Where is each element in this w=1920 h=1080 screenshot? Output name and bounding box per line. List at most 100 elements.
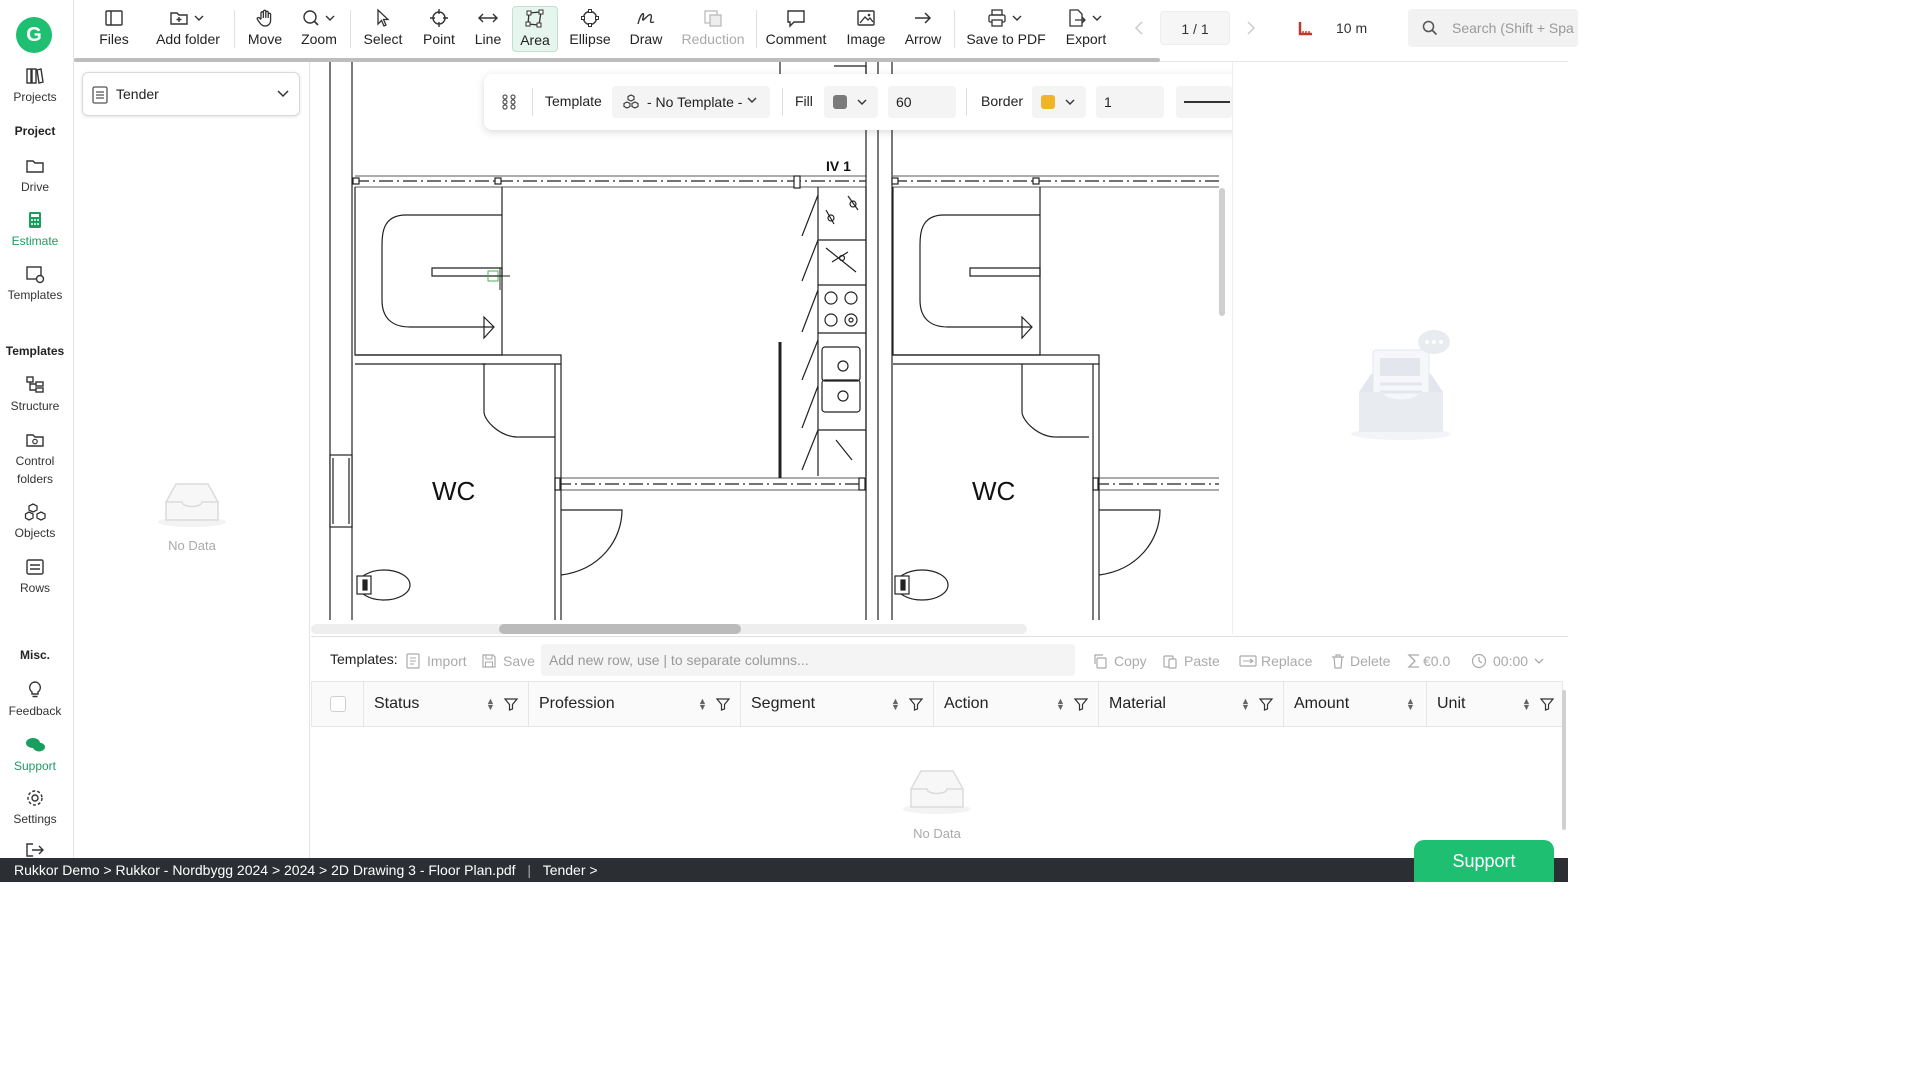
drawing-horizontal-scrollbar[interactable] — [311, 624, 1027, 634]
drawing-tag: IV 1 — [826, 158, 851, 174]
delete-button[interactable]: Delete — [1330, 649, 1390, 673]
rail-feedback[interactable]: Feedback — [0, 680, 70, 720]
sigma-icon — [1407, 654, 1419, 668]
line-button[interactable]: Line — [468, 6, 508, 52]
filter-icon[interactable] — [1259, 697, 1273, 711]
border-color-picker[interactable] — [1032, 86, 1086, 118]
rail-label-rows: Rows — [19, 581, 50, 595]
room-label-wc-left: WC — [432, 476, 475, 506]
breadcrumb[interactable]: Rukkor Demo > Rukkor - Nordbygg 2024 > 2… — [14, 862, 516, 878]
document-list-icon — [92, 86, 108, 104]
rail-rows[interactable]: Rows — [0, 557, 70, 597]
sort-icon[interactable]: ▲ ▼ — [486, 697, 496, 712]
column-material[interactable]: Material ▲ ▼ — [1099, 682, 1284, 726]
comment-button[interactable]: Comment — [764, 6, 828, 52]
import-button[interactable]: Import — [405, 649, 467, 673]
column-unit[interactable]: Unit ▲ ▼ — [1427, 682, 1564, 726]
save-button[interactable]: Save — [481, 649, 535, 673]
rail-label-folders: folders — [16, 472, 54, 486]
image-button[interactable]: Image — [842, 6, 890, 52]
files-label: Files — [99, 31, 129, 47]
sort-icon[interactable]: ▲ ▼ — [1241, 697, 1251, 712]
divider — [532, 88, 533, 116]
ellipse-button[interactable]: Ellipse — [566, 6, 614, 52]
fill-color-picker[interactable] — [824, 86, 878, 118]
rail-estimate[interactable]: Estimate — [0, 210, 70, 250]
export-button[interactable]: Export — [1058, 6, 1114, 52]
column-unit-label: Unit — [1437, 695, 1466, 712]
rail-projects[interactable]: Projects — [0, 66, 70, 106]
chevron-down-icon — [277, 90, 289, 98]
arrow-button[interactable]: Arrow — [900, 6, 946, 52]
filter-icon[interactable] — [504, 697, 518, 711]
rail-support[interactable]: Support — [0, 735, 70, 775]
zoom-button[interactable]: Zoom — [296, 6, 342, 52]
select-all-checkbox[interactable] — [330, 696, 346, 712]
scrollbar-thumb[interactable] — [499, 624, 741, 634]
zoom-icon — [303, 10, 335, 26]
page-indicator[interactable]: 1 / 1 — [1160, 11, 1230, 45]
cubes-icon — [623, 94, 639, 109]
sort-icon[interactable]: ▲ ▼ — [891, 697, 901, 712]
drawing-canvas[interactable]: WC WC IV 1 — [311, 62, 1231, 622]
select-button[interactable]: Select — [360, 6, 406, 52]
column-status[interactable]: Status ▲ ▼ — [364, 682, 529, 726]
add-folder-button[interactable]: Add folder — [152, 6, 224, 52]
rail-templates[interactable]: Templates — [0, 264, 70, 304]
section-misc: Misc. — [19, 648, 50, 662]
prev-page-icon[interactable] — [1132, 20, 1146, 36]
draw-button[interactable]: Draw — [624, 6, 668, 52]
ellipse-label: Ellipse — [569, 31, 611, 47]
column-segment-label: Segment — [751, 695, 816, 712]
move-button[interactable]: Move — [244, 6, 286, 52]
rail-objects[interactable]: Objects — [0, 502, 70, 542]
files-button[interactable]: Files — [92, 6, 136, 52]
filter-icon[interactable] — [1540, 697, 1554, 711]
support-button[interactable]: Support — [1414, 840, 1554, 882]
reduction-button[interactable]: Reduction — [678, 6, 748, 52]
arrow-right-icon — [915, 12, 932, 24]
column-profession[interactable]: Profession ▲ ▼ — [529, 682, 741, 726]
column-action-label: Action — [944, 695, 989, 712]
replace-button[interactable]: Replace — [1239, 649, 1312, 673]
drag-handle-icon[interactable] — [502, 94, 516, 110]
rail-settings[interactable]: Settings — [0, 788, 70, 828]
sort-icon[interactable]: ▲ ▼ — [1522, 697, 1532, 712]
copy-icon — [1094, 654, 1107, 669]
table-vertical-scrollbar[interactable] — [1562, 690, 1566, 830]
add-folder-icon — [170, 12, 204, 25]
drawing-vertical-scrollbar[interactable] — [1219, 188, 1225, 316]
line-style-select[interactable] — [1176, 86, 1232, 118]
area-button[interactable]: Area — [512, 6, 558, 52]
time-select[interactable]: 00:00 — [1471, 649, 1544, 673]
rail-drive[interactable]: Drive — [0, 156, 70, 196]
copy-button[interactable]: Copy — [1092, 649, 1147, 673]
tender-select[interactable]: Tender — [82, 72, 300, 116]
filter-icon[interactable] — [716, 697, 730, 711]
next-page-icon[interactable] — [1244, 20, 1258, 36]
sort-icon[interactable]: ▲ ▼ — [1406, 697, 1416, 712]
rail-label-control: Control — [15, 454, 55, 468]
column-action[interactable]: Action ▲ ▼ — [934, 682, 1099, 726]
breadcrumb-tab[interactable]: Tender > — [543, 862, 598, 878]
filter-icon[interactable] — [909, 697, 923, 711]
logout-icon[interactable] — [24, 842, 46, 858]
divider — [966, 88, 967, 116]
rail-label-objects: Objects — [14, 526, 56, 540]
point-button[interactable]: Point — [418, 6, 460, 52]
column-segment[interactable]: Segment ▲ ▼ — [741, 682, 934, 726]
border-width-input[interactable]: 1 — [1096, 86, 1164, 118]
new-row-input[interactable]: Add new row, use | to separate columns..… — [541, 644, 1075, 676]
ruler-scale-icon[interactable] — [1298, 20, 1314, 36]
column-amount[interactable]: Amount ▲ ▼ — [1284, 682, 1427, 726]
sort-icon[interactable]: ▲ ▼ — [698, 697, 708, 712]
fill-opacity-input[interactable]: 60 — [888, 86, 956, 118]
rail-structure[interactable]: Structure — [0, 375, 70, 415]
rail-control-folders[interactable]: Control folders — [0, 430, 70, 488]
filter-icon[interactable] — [1074, 697, 1088, 711]
border-label: Border — [981, 93, 1024, 109]
paste-button[interactable]: Paste — [1162, 649, 1220, 673]
save-pdf-button[interactable]: Save to PDF — [964, 6, 1048, 52]
sort-icon[interactable]: ▲ ▼ — [1056, 697, 1066, 712]
app-logo[interactable]: G — [16, 17, 52, 53]
